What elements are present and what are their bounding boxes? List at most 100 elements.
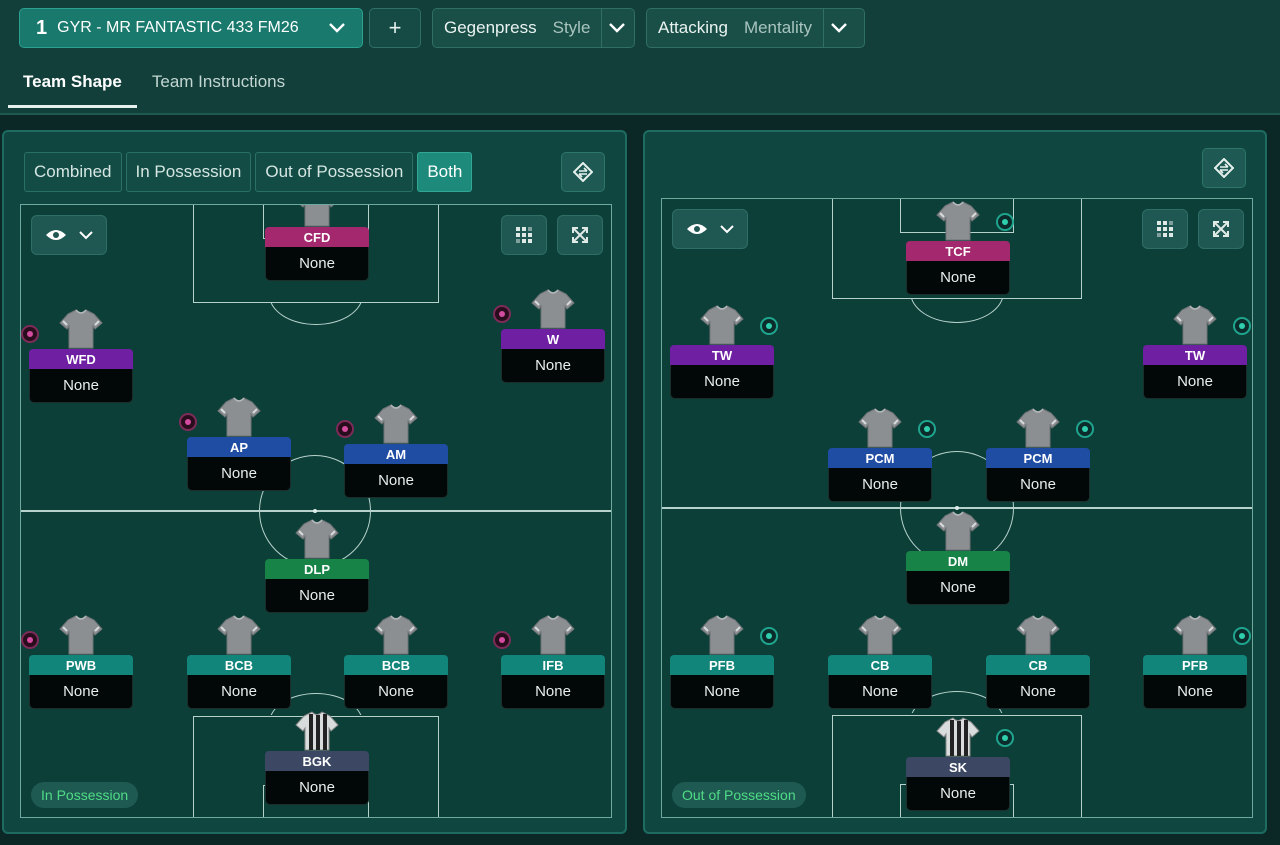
player-name: None (906, 261, 1010, 295)
chevron-down-icon (720, 224, 734, 233)
role-label: CB (828, 655, 932, 675)
mentality-value: Attacking (658, 18, 728, 37)
player-slot-dm[interactable]: DM None (906, 511, 1010, 605)
shirt-icon (858, 615, 902, 655)
phase-badge: In Possession (31, 782, 139, 808)
defend-indicator-icon (1233, 627, 1251, 645)
attack-indicator-icon (21, 631, 39, 649)
player-name: None (501, 675, 605, 709)
shirt-icon (217, 615, 261, 655)
mentality-label: Mentality (743, 18, 812, 37)
gk-shirt-icon (295, 711, 339, 751)
player-slot-pfb-right[interactable]: PFB None (1143, 615, 1251, 709)
shirt-icon (1173, 615, 1217, 655)
role-label: PWB (29, 655, 133, 675)
player-slot-ifb[interactable]: IFB None (493, 615, 605, 709)
role-label: SK (906, 757, 1010, 777)
role-label: WFD (29, 349, 133, 369)
player-slot-sk[interactable]: SK None (906, 717, 1014, 811)
role-label: TW (670, 345, 774, 365)
role-label: BCB (187, 655, 291, 675)
eye-icon (46, 230, 66, 240)
player-slot-pwb[interactable]: PWB None (21, 615, 133, 709)
style-select[interactable]: Gegenpress Style (432, 8, 635, 48)
swap-icon[interactable] (561, 152, 605, 192)
player-name: None (986, 675, 1090, 709)
player-name: None (670, 675, 774, 709)
chevron-down-icon (602, 9, 632, 47)
view-both-button[interactable]: Both (417, 152, 473, 192)
player-name: None (29, 675, 133, 709)
player-slot-cfd[interactable]: CFD None (265, 204, 369, 281)
player-slot-dlp[interactable]: DLP None (265, 519, 369, 613)
shirt-icon (700, 305, 744, 345)
player-slot-cb-left[interactable]: CB None (828, 615, 932, 709)
phase-badge: Out of Possession (672, 782, 806, 808)
player-slot-tw-left[interactable]: TW None (670, 305, 778, 399)
shirt-icon (217, 397, 261, 437)
visibility-toggle[interactable] (672, 209, 748, 249)
grid-icon[interactable] (1142, 209, 1188, 249)
eye-icon (687, 224, 707, 234)
attack-indicator-icon (179, 413, 197, 431)
view-mode-selector: Combined In Possession Out of Possession… (24, 152, 473, 192)
shirt-icon (531, 615, 575, 655)
gk-shirt-icon (936, 717, 980, 757)
role-label: CFD (265, 227, 369, 247)
grid-icon[interactable] (501, 215, 547, 255)
style-label: Style (552, 18, 591, 37)
player-slot-bcb-left[interactable]: BCB None (187, 615, 291, 709)
shirt-icon (374, 404, 418, 444)
defend-indicator-icon (1233, 317, 1251, 335)
player-slot-w[interactable]: W None (493, 289, 605, 383)
out-of-possession-panel: TCF None TW None TW None PCM None PCM No… (643, 130, 1267, 834)
defend-indicator-icon (918, 420, 936, 438)
chevron-down-icon (326, 17, 348, 39)
player-slot-bcb-right[interactable]: BCB None (344, 615, 448, 709)
view-combined-button[interactable]: Combined (24, 152, 122, 192)
defend-indicator-icon (760, 317, 778, 335)
player-slot-tcf[interactable]: TCF None (906, 201, 1014, 295)
visibility-toggle[interactable] (31, 215, 107, 255)
expand-icon[interactable] (1198, 209, 1244, 249)
tab-team-instructions[interactable]: Team Instructions (137, 62, 300, 108)
player-name: None (670, 365, 774, 399)
player-name: None (986, 468, 1090, 502)
tactic-select[interactable]: 1 GYR - MR FANTASTIC 433 FM26 (19, 8, 363, 48)
chevron-down-icon (824, 9, 854, 47)
role-label: PCM (828, 448, 932, 468)
pitch-right: TCF None TW None TW None PCM None PCM No… (661, 198, 1253, 818)
role-label: DLP (265, 559, 369, 579)
attack-indicator-icon (493, 305, 511, 323)
role-label: PFB (1143, 655, 1247, 675)
attack-indicator-icon (336, 420, 354, 438)
player-slot-wfd[interactable]: WFD None (21, 309, 133, 403)
player-name: None (906, 777, 1010, 811)
player-slot-pcm-right[interactable]: PCM None (986, 408, 1094, 502)
player-slot-cb-right[interactable]: CB None (986, 615, 1090, 709)
expand-icon[interactable] (557, 215, 603, 255)
view-in-possession-button[interactable]: In Possession (125, 152, 252, 192)
player-name: None (29, 369, 133, 403)
player-name: None (344, 675, 448, 709)
player-slot-pfb-left[interactable]: PFB None (670, 615, 778, 709)
player-name: None (828, 675, 932, 709)
attack-indicator-icon (493, 631, 511, 649)
shirt-icon (59, 615, 103, 655)
role-label: BCB (344, 655, 448, 675)
mentality-select[interactable]: Attacking Mentality (646, 8, 865, 48)
player-slot-bgk[interactable]: BGK None (265, 711, 369, 805)
add-tactic-button[interactable]: + (369, 8, 421, 48)
view-out-of-possession-button[interactable]: Out of Possession (255, 152, 414, 192)
shirt-icon (295, 204, 339, 227)
player-slot-am[interactable]: AM None (336, 404, 448, 498)
player-slot-tw-right[interactable]: TW None (1143, 305, 1251, 399)
player-slot-ap[interactable]: AP None (179, 397, 291, 491)
role-label: CB (986, 655, 1090, 675)
shirt-icon (858, 408, 902, 448)
role-label: PCM (986, 448, 1090, 468)
swap-icon[interactable] (1202, 148, 1246, 188)
tab-team-shape[interactable]: Team Shape (8, 62, 137, 108)
player-slot-pcm-left[interactable]: PCM None (828, 408, 936, 502)
role-label: W (501, 329, 605, 349)
